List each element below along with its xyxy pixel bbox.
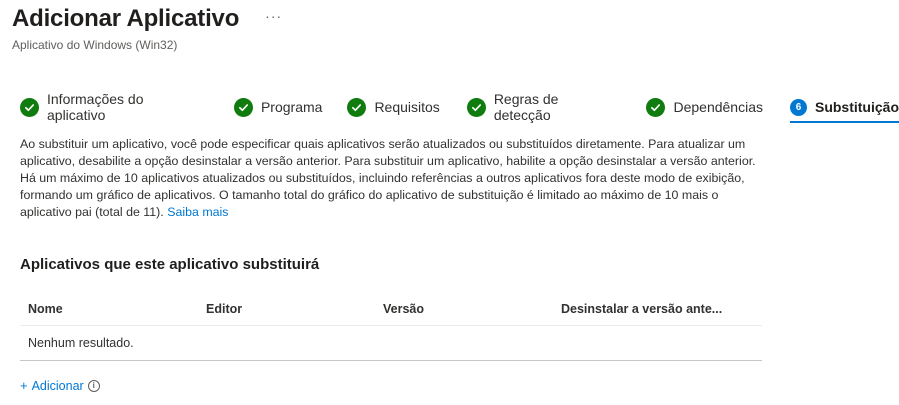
superseded-apps-table: Nome Editor Versão Desinstalar a versão …	[20, 292, 762, 361]
checkmark-icon	[466, 97, 486, 117]
checkmark-icon	[20, 97, 39, 117]
step-app-info[interactable]: Informações do aplicativo	[20, 91, 205, 123]
step-program[interactable]: Programa	[233, 94, 323, 120]
step-dependencies[interactable]: Dependências	[646, 94, 763, 120]
page-title: Adicionar Aplicativo	[12, 5, 240, 32]
add-button[interactable]: + Adicionar i	[20, 378, 100, 393]
step-label: Requisitos	[374, 99, 440, 115]
step-label: Informações do aplicativo	[47, 91, 144, 123]
page-subtitle: Aplicativo do Windows (Win32)	[12, 38, 178, 52]
info-icon[interactable]: i	[87, 379, 100, 392]
checkmark-icon	[233, 97, 253, 117]
checkmark-icon	[646, 97, 666, 117]
step-requirements[interactable]: Requisitos	[347, 94, 440, 120]
description: Ao substituir um aplicativo, você pode e…	[20, 136, 760, 221]
column-header-version[interactable]: Versão	[375, 302, 553, 316]
step-label: Dependências	[673, 99, 763, 115]
section-title: Aplicativos que este aplicativo substitu…	[20, 256, 320, 273]
add-label: Adicionar	[31, 378, 84, 393]
step-number-badge: 6	[789, 98, 807, 116]
description-text: Ao substituir um aplicativo, você pode e…	[20, 137, 756, 219]
step-label: Programa	[260, 99, 323, 115]
checkmark-icon	[347, 97, 367, 117]
plus-icon: +	[20, 378, 28, 393]
step-label: Substituição	[814, 99, 899, 115]
title-row: Adicionar Aplicativo ···	[12, 5, 282, 33]
empty-results: Nenhum resultado.	[20, 326, 762, 361]
learn-more-link[interactable]: Saiba mais	[167, 205, 228, 219]
column-header-uninstall-previous[interactable]: Desinstalar a versão ante...	[553, 302, 762, 316]
table-header: Nome Editor Versão Desinstalar a versão …	[20, 292, 762, 326]
column-header-publisher[interactable]: Editor	[198, 302, 375, 316]
step-label: Regras de detecção	[493, 91, 559, 123]
step-supersedence[interactable]: 6 Substituição	[789, 94, 899, 123]
page-header: Adicionar Aplicativo ··· Aplicativo do W…	[12, 5, 282, 52]
step-detection-rules[interactable]: Regras de detecção	[466, 91, 619, 123]
column-header-name[interactable]: Nome	[20, 302, 198, 316]
more-options-icon[interactable]: ···	[265, 8, 282, 24]
wizard-steps: Informações do aplicativo Programa Requi…	[20, 91, 899, 123]
